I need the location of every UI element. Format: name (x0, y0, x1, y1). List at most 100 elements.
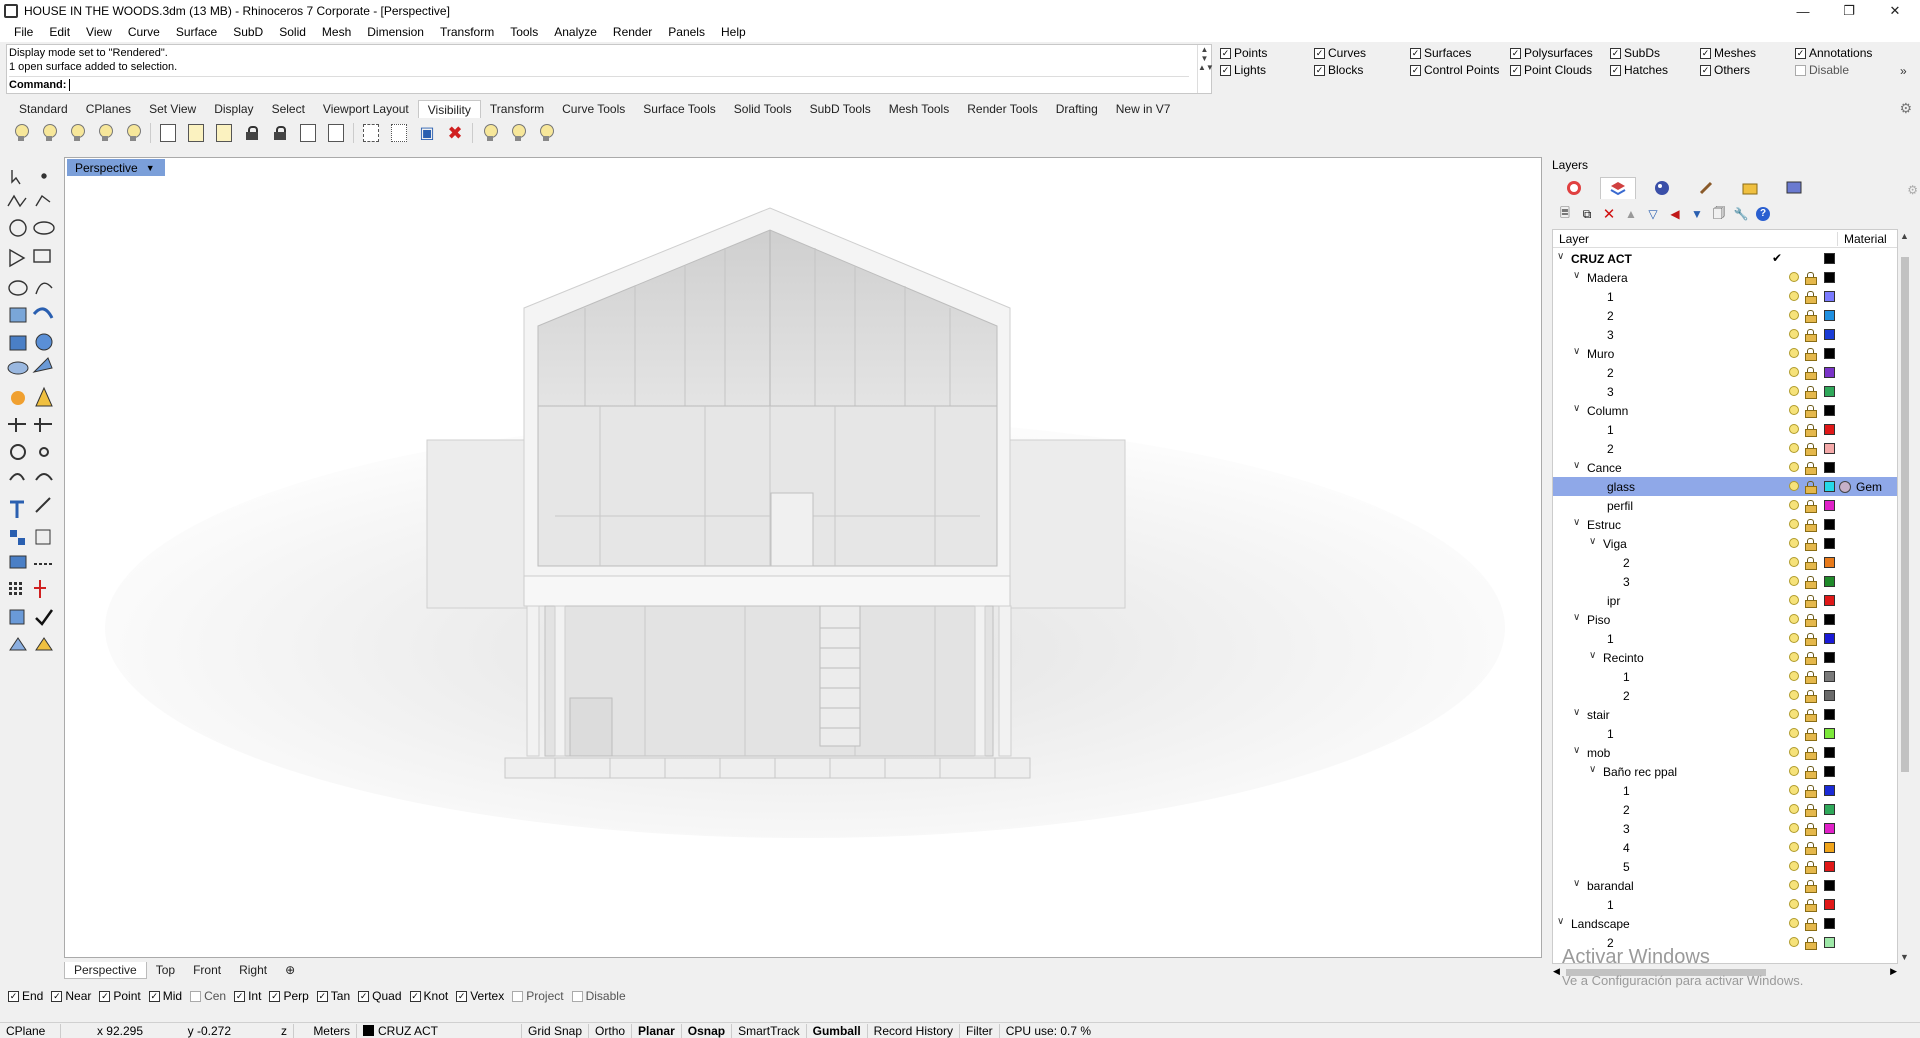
layer-name[interactable]: 1 (1607, 290, 1614, 304)
tab-new-in-v7[interactable]: New in V7 (1107, 100, 1180, 118)
properties-tab-icon[interactable] (1556, 177, 1592, 199)
show-in-detail-icon[interactable] (185, 122, 207, 144)
visibility-hatches-checkbox[interactable]: ✓ Hatches (1610, 63, 1668, 77)
layer-visibility-bulb-icon[interactable] (1789, 443, 1799, 454)
column-header-material[interactable]: Material (1837, 232, 1887, 246)
layer-lock-icon[interactable] (1805, 291, 1817, 304)
layer-visibility-bulb-icon[interactable] (1789, 519, 1799, 530)
layer-color-swatch[interactable] (1824, 557, 1835, 568)
layer-lock-icon[interactable] (1805, 367, 1817, 380)
viewport-tab-perspective[interactable]: Perspective (64, 961, 147, 979)
layer-visibility-bulb-icon[interactable] (1789, 329, 1799, 340)
layer-lock-icon[interactable] (1805, 671, 1817, 684)
visibility-polysurfaces-checkbox[interactable]: ✓ Polysurfaces (1510, 46, 1593, 60)
tab-set-view[interactable]: Set View (140, 100, 205, 118)
tab-display[interactable]: Display (205, 100, 262, 118)
layer-name[interactable]: Muro (1587, 347, 1614, 361)
layer-visibility-bulb-icon[interactable] (1789, 766, 1799, 777)
smarttrack-toggle[interactable]: SmartTrack (732, 1024, 806, 1038)
layer-lock-icon[interactable] (1805, 785, 1817, 798)
chevron-down-icon[interactable]: ∨ (1573, 346, 1580, 357)
layer-row[interactable]: 2 (1553, 553, 1897, 572)
layer-lock-icon[interactable] (1805, 538, 1817, 551)
layer-lock-icon[interactable] (1805, 557, 1817, 570)
checkbox-box[interactable]: ✓ (1410, 64, 1421, 76)
osnap-mid-checkbox[interactable]: ✓ Mid (148, 989, 182, 1003)
menu-item-tools[interactable]: Tools (502, 25, 546, 39)
menu-item-help[interactable]: Help (713, 25, 754, 39)
chevron-down-icon[interactable]: ∨ (1573, 403, 1580, 414)
chevron-down-icon[interactable]: ∨ (1573, 270, 1580, 281)
layer-row[interactable]: 1 (1553, 781, 1897, 800)
layer-lock-icon[interactable] (1805, 576, 1817, 589)
checkbox-box[interactable]: ✓ (1610, 47, 1621, 59)
show-lights-icon[interactable] (479, 122, 501, 144)
layer-row[interactable]: ipr (1553, 591, 1897, 610)
layer-row[interactable]: 3 (1553, 819, 1897, 838)
layer-name[interactable]: Cance (1587, 461, 1622, 475)
panel-options-icon[interactable]: ⚙ (1907, 183, 1918, 197)
tab-subd-tools[interactable]: SubD Tools (801, 100, 880, 118)
layer-row[interactable]: ∨ Cance (1553, 458, 1897, 477)
layer-name[interactable]: perfil (1607, 499, 1633, 513)
viewport-tab-top[interactable]: Top (147, 962, 184, 978)
visibility-point-clouds-checkbox[interactable]: ✓ Point Clouds (1510, 63, 1592, 77)
layer-lock-icon[interactable] (1805, 766, 1817, 779)
checkbox-box[interactable]: ✓ (1610, 64, 1621, 76)
checkbox-box[interactable]: ✓ (1220, 64, 1231, 76)
osnap-near-checkbox[interactable]: ✓ Near (51, 989, 91, 1003)
checkbox-box[interactable]: ✓ (269, 990, 281, 1002)
layer-lock-icon[interactable] (1805, 272, 1817, 285)
layer-color-swatch[interactable] (1824, 595, 1835, 606)
layer-color-swatch[interactable] (1824, 804, 1835, 815)
chevron-down-icon[interactable]: ∨ (1573, 878, 1580, 889)
column-header-layer[interactable]: Layer (1559, 232, 1589, 246)
show-in-view-icon[interactable] (122, 122, 144, 144)
visibility-curves-checkbox[interactable]: ✓ Curves (1314, 46, 1366, 60)
chevron-down-icon[interactable]: ∨ (1573, 517, 1580, 528)
checkbox-box[interactable]: ✓ (1510, 47, 1521, 59)
show-objects-icon[interactable] (10, 122, 32, 144)
menu-item-solid[interactable]: Solid (271, 25, 314, 39)
tab-drafting[interactable]: Drafting (1047, 100, 1107, 118)
layer-row[interactable]: ∨ Piso (1553, 610, 1897, 629)
layer-visibility-bulb-icon[interactable] (1789, 861, 1799, 872)
layer-color-swatch[interactable] (1824, 538, 1835, 549)
new-layer-icon[interactable]: 🗏 (1556, 205, 1574, 223)
layer-visibility-bulb-icon[interactable] (1789, 538, 1799, 549)
layer-visibility-bulb-icon[interactable] (1789, 842, 1799, 853)
osnap-project-checkbox[interactable]: Project (512, 989, 564, 1003)
menu-item-subd[interactable]: SubD (225, 25, 271, 39)
layer-color-swatch[interactable] (1824, 747, 1835, 758)
layer-name[interactable]: stair (1587, 708, 1610, 722)
checkbox-box[interactable]: ✓ (1510, 64, 1521, 76)
layer-color-swatch[interactable] (1824, 918, 1835, 929)
layer-states-icon[interactable]: 🗍 (1710, 205, 1728, 223)
command-prompt[interactable]: Command: (9, 76, 1189, 92)
isolate-icon[interactable]: ▣ (416, 122, 438, 144)
layer-visibility-bulb-icon[interactable] (1789, 595, 1799, 606)
layer-row[interactable]: 1 (1553, 895, 1897, 914)
checkbox-box[interactable]: ✓ (409, 990, 421, 1002)
layer-color-swatch[interactable] (1824, 481, 1835, 492)
ortho-toggle[interactable]: Ortho (589, 1024, 631, 1038)
viewport-tab-right[interactable]: Right (230, 962, 276, 978)
layer-name[interactable]: Recinto (1603, 651, 1644, 665)
layer-row[interactable]: ∨ Estruc (1553, 515, 1897, 534)
layer-lock-icon[interactable] (1805, 481, 1817, 494)
layer-lock-icon[interactable] (1805, 329, 1817, 342)
menu-item-file[interactable]: File (6, 25, 41, 39)
lock-objects-icon[interactable] (241, 122, 263, 144)
layer-lock-icon[interactable] (1805, 310, 1817, 323)
layer-color-swatch[interactable] (1824, 462, 1835, 473)
checkbox-box[interactable]: ✓ (456, 990, 468, 1002)
layer-color-swatch[interactable] (1824, 310, 1835, 321)
layer-lock-icon[interactable] (1805, 500, 1817, 513)
layer-visibility-bulb-icon[interactable] (1789, 652, 1799, 663)
tab-surface-tools[interactable]: Surface Tools (634, 100, 725, 118)
show-points-icon[interactable] (360, 122, 382, 144)
layer-color-swatch[interactable] (1824, 576, 1835, 587)
menu-item-mesh[interactable]: Mesh (314, 25, 359, 39)
layer-name[interactable]: 3 (1607, 385, 1614, 399)
layer-name[interactable]: glass (1607, 480, 1635, 494)
